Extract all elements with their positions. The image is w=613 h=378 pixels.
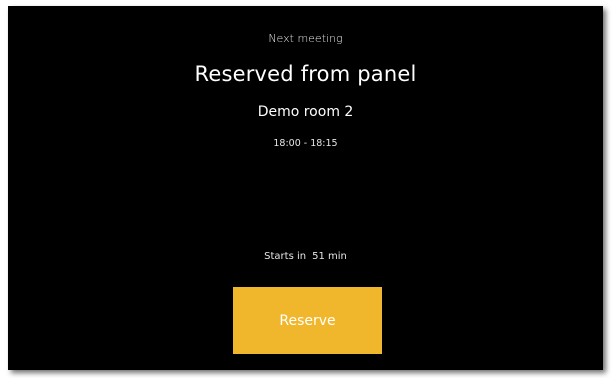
meeting-title: Reserved from panel (194, 62, 417, 86)
starts-in-value: 51 min (312, 251, 347, 262)
room-name: Demo room 2 (257, 104, 354, 120)
next-meeting-label: Next meeting (268, 32, 343, 45)
starts-in-countdown: Starts in 51 min (8, 251, 603, 262)
room-panel-screen: Next meeting Reserved from panel Demo ro… (8, 6, 603, 370)
meeting-time-range: 18:00 - 18:15 (273, 138, 338, 149)
reserve-button[interactable]: Reserve (233, 287, 382, 354)
starts-in-prefix: Starts in (264, 251, 307, 262)
